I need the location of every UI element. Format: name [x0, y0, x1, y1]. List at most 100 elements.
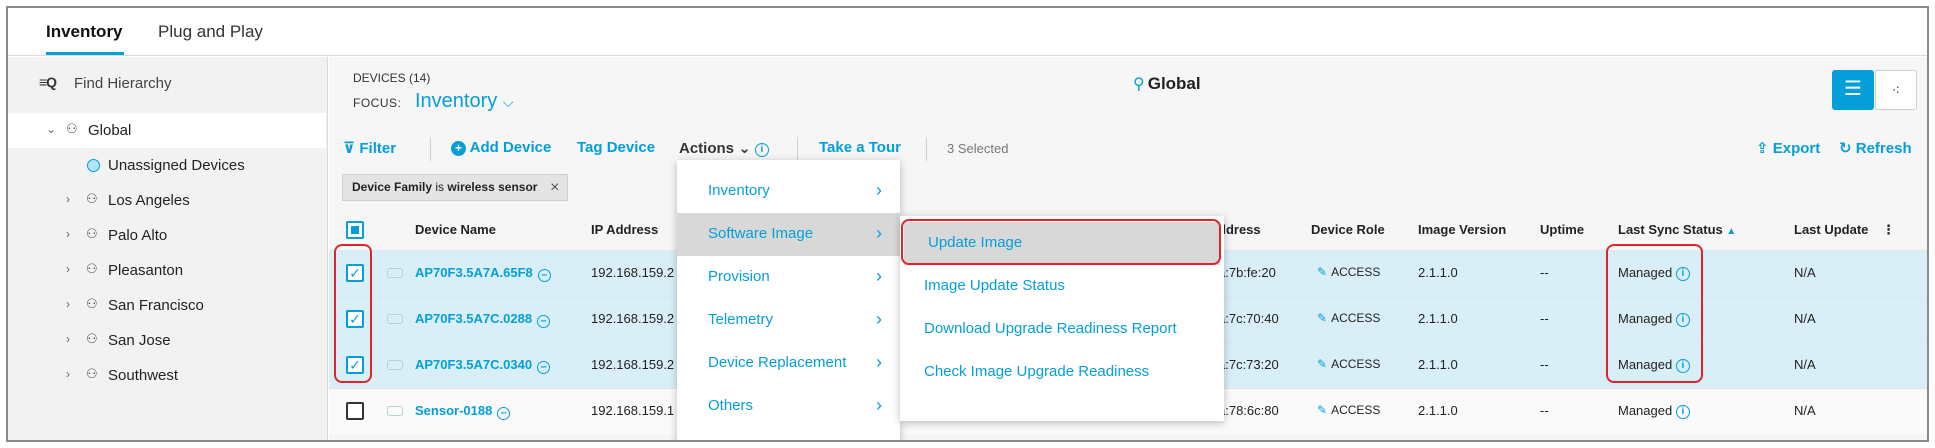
take-tour-button[interactable]: Take a Tour	[819, 139, 901, 156]
row-checkbox[interactable]: ✓	[346, 264, 364, 282]
menu-item-label: Others	[708, 397, 754, 414]
tree-item-san-jose[interactable]: › ⚇ San Jose	[8, 323, 326, 358]
image-version: 2.1.1.0	[1418, 357, 1458, 372]
column-menu-icon[interactable]: ⋮	[1882, 222, 1895, 237]
tab-plug-and-play[interactable]: Plug and Play	[158, 22, 263, 42]
chevron-right-icon[interactable]: ›	[66, 227, 70, 241]
col-last-sync-status[interactable]: Last Sync Status ▲	[1618, 222, 1736, 237]
device-role[interactable]: ✎ ACCESS	[1317, 311, 1380, 325]
minus-circle-icon: –	[497, 407, 511, 420]
menu-item-label: Download Upgrade Readiness Report	[924, 320, 1177, 337]
topology-view-button[interactable]: ⁖	[1875, 70, 1917, 110]
col-mac-address[interactable]: ddress	[1218, 222, 1261, 237]
tree-item-san-francisco[interactable]: › ⚇ San Francisco	[8, 288, 326, 323]
filter-button[interactable]: ⊽ Filter	[343, 139, 396, 157]
menu-item-label: Inventory	[708, 182, 770, 199]
menu-item-device-replacement[interactable]: Device Replacement ›	[677, 342, 900, 385]
device-name: AP70F3.5A7C.0340	[415, 357, 533, 372]
tree-item-los-angeles[interactable]: › ⚇ Los Angeles	[8, 183, 326, 218]
menu-item-software-image[interactable]: Software Image ›	[677, 213, 900, 256]
info-icon[interactable]: i	[1675, 405, 1690, 419]
menu-item-update-image[interactable]: Update Image	[904, 222, 1220, 265]
device-role[interactable]: ✎ ACCESS	[1317, 357, 1380, 371]
select-all-checkbox[interactable]	[346, 221, 364, 239]
info-icon[interactable]: i	[1675, 359, 1690, 373]
sync-status: Managed i	[1618, 357, 1690, 373]
device-name-link[interactable]: AP70F3.5A7C.0340–	[415, 357, 551, 374]
device-name-link[interactable]: AP70F3.5A7A.65F8–	[415, 265, 551, 282]
chevron-right-icon[interactable]: ›	[66, 262, 70, 276]
close-icon[interactable]: ×	[550, 175, 559, 200]
site-icon: ⚇	[86, 191, 98, 206]
chevron-right-icon[interactable]: ›	[66, 297, 70, 311]
chevron-right-icon[interactable]: ›	[66, 332, 70, 346]
col-device-role[interactable]: Device Role	[1311, 222, 1385, 237]
menu-item-check-image-upgrade-readiness[interactable]: Check Image Upgrade Readiness	[900, 351, 1224, 394]
tab-inventory[interactable]: Inventory	[46, 22, 123, 42]
find-hierarchy[interactable]: ≡Q Find Hierarchy	[8, 57, 327, 111]
focus-dropdown[interactable]: Inventory ⌵	[415, 90, 513, 113]
info-icon[interactable]: i	[1675, 267, 1690, 281]
device-role[interactable]: ✎ ACCESS	[1317, 403, 1380, 417]
export-label: Export	[1772, 140, 1821, 157]
last-update: N/A	[1794, 265, 1816, 280]
main-panel: DEVICES (14) FOCUS: Inventory ⌵ ⚲ Global …	[329, 57, 1927, 440]
device-name-link[interactable]: Sensor-0188–	[415, 403, 511, 420]
tree-item-southwest[interactable]: › ⚇ Southwest	[8, 358, 326, 393]
menu-item-provision[interactable]: Provision ›	[677, 256, 900, 299]
device-role-value: ACCESS	[1331, 403, 1381, 417]
menu-item-inventory[interactable]: Inventory ›	[677, 170, 900, 213]
focus-value: Inventory	[415, 90, 498, 112]
menu-item-label: Software Image	[708, 225, 814, 242]
row-checkbox[interactable]: ✓	[346, 356, 364, 374]
actions-dropdown[interactable]: Actions ⌄ i	[679, 139, 769, 157]
last-update: N/A	[1794, 357, 1816, 372]
col-ip-address[interactable]: IP Address	[591, 222, 658, 237]
menu-item-others[interactable]: Others ›	[677, 385, 900, 428]
tag-device-button[interactable]: Tag Device	[577, 139, 655, 156]
info-icon[interactable]: i	[1675, 313, 1690, 327]
device-role-value: ACCESS	[1331, 357, 1381, 371]
tree-item-label: San Jose	[108, 332, 171, 349]
filter-label: Filter	[359, 140, 397, 157]
pencil-icon: ✎	[1317, 357, 1328, 371]
menu-item-label: Update Image	[928, 234, 1023, 251]
row-checkbox[interactable]: ✓	[346, 310, 364, 328]
col-last-update[interactable]: Last Update ⋮	[1794, 222, 1895, 238]
uptime: --	[1540, 265, 1549, 280]
row-checkbox[interactable]	[346, 402, 364, 420]
unassigned-dot-icon	[87, 159, 100, 172]
info-icon[interactable]: i	[754, 143, 769, 157]
export-icon: ⇪	[1756, 140, 1769, 157]
chevron-right-icon[interactable]: ›	[66, 367, 70, 381]
refresh-button[interactable]: ↻ Refresh	[1839, 139, 1912, 157]
col-uptime[interactable]: Uptime	[1540, 222, 1584, 237]
chevron-down-icon: ⌵	[502, 94, 514, 110]
list-view-button[interactable]: ☰	[1832, 70, 1874, 110]
active-tab-indicator	[46, 52, 124, 55]
chevron-right-icon[interactable]: ›	[66, 192, 70, 206]
uptime: --	[1540, 357, 1549, 372]
export-button[interactable]: ⇪ Export	[1756, 139, 1820, 157]
tree-item-unassigned-devices[interactable]: Unassigned Devices	[8, 148, 326, 183]
device-name-link[interactable]: AP70F3.5A7C.0288–	[415, 311, 551, 328]
focus-label: FOCUS:	[353, 96, 402, 110]
col-device-name[interactable]: Device Name	[415, 222, 496, 237]
tree-item-palo-alto[interactable]: › ⚇ Palo Alto	[8, 218, 326, 253]
add-device-button[interactable]: + Add Device	[451, 139, 551, 156]
tree-item-global[interactable]: ⌄ ⚇ Global	[8, 113, 326, 148]
site-icon: ⚇	[86, 366, 98, 381]
find-hierarchy-label: Find Hierarchy	[74, 75, 172, 92]
device-type-icon	[387, 268, 403, 278]
col-image-version[interactable]: Image Version	[1418, 222, 1506, 237]
menu-item-download-upgrade-readiness-report[interactable]: Download Upgrade Readiness Report	[900, 308, 1224, 351]
tree-item-pleasanton[interactable]: › ⚇ Pleasanton	[8, 253, 326, 288]
device-role[interactable]: ✎ ACCESS	[1317, 265, 1380, 279]
device-type-icon	[387, 406, 403, 416]
menu-item-telemetry[interactable]: Telemetry ›	[677, 299, 900, 342]
sync-status-value: Managed	[1618, 403, 1673, 418]
menu-item-image-update-status[interactable]: Image Update Status	[900, 265, 1224, 308]
chevron-down-icon[interactable]: ⌄	[46, 122, 56, 136]
tree-item-label: Unassigned Devices	[108, 157, 245, 174]
filter-icon: ⊽	[343, 140, 356, 157]
